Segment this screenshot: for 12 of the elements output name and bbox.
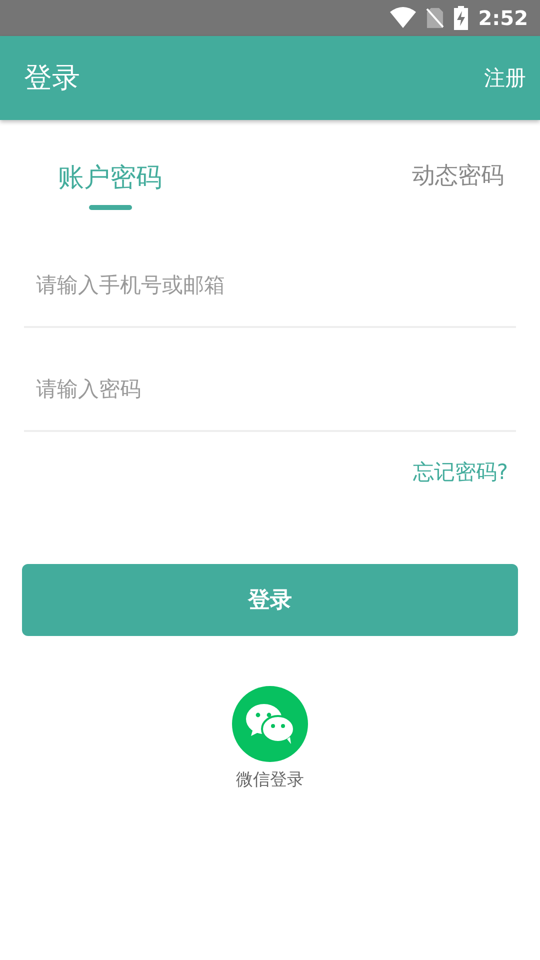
wifi-icon (390, 7, 416, 29)
clock-time: 2:52 (478, 6, 528, 30)
login-tab[interactable]: 动态密码 (412, 160, 504, 224)
chat-bubbles-icon (245, 703, 295, 745)
forgot-password-link[interactable]: 忘记密码? (412, 458, 508, 486)
wechat-login-label: 微信登录 (236, 769, 304, 791)
battery-charging-icon (454, 6, 468, 30)
no-sim-icon (426, 7, 444, 29)
login-button[interactable]: 登录 (22, 564, 518, 636)
register-button[interactable]: 注册 (484, 64, 526, 92)
toolbar-title: 登录 (24, 60, 80, 96)
login-tab[interactable]: 账户密码 (58, 160, 162, 224)
